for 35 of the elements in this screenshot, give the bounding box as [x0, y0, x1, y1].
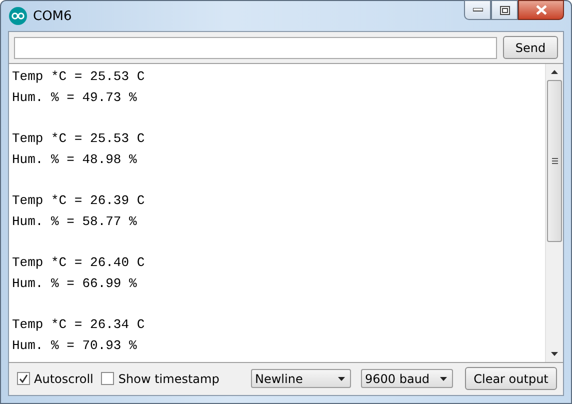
output-line: Hum. % = 58.77 % — [12, 212, 137, 231]
dropdown[interactable]: 9600 baud — [361, 369, 453, 388]
grip-icon — [552, 158, 558, 164]
maximize-button[interactable] — [491, 0, 518, 20]
message-input-field[interactable] — [14, 36, 497, 58]
output-line: Temp *C = 26.34 C — [12, 316, 145, 334]
close-icon — [536, 5, 546, 15]
dropdown[interactable]: Newline — [251, 369, 351, 388]
caret-icon — [338, 376, 345, 380]
checkbox-label: Show timestamp — [118, 372, 220, 386]
minimize-icon — [472, 8, 482, 12]
output-line: Hum. % = 48.98 % — [12, 150, 137, 169]
output-line: Hum. % = 66.99 % — [12, 274, 137, 293]
minimize-button[interactable] — [464, 0, 491, 20]
checkbox[interactable] — [17, 372, 30, 385]
scrollbar-thumb[interactable] — [547, 80, 562, 242]
scroll-down-arrow-icon — [551, 352, 558, 356]
window-title: COM6 — [33, 8, 72, 24]
send-button[interactable]: Send — [503, 36, 558, 59]
close-button[interactable] — [518, 0, 564, 20]
checkbox[interactable] — [101, 372, 114, 385]
scroll-up-arrow-icon — [551, 70, 558, 74]
maximize-icon — [500, 6, 510, 14]
output-line: Hum. % = 49.73 % — [12, 88, 137, 107]
checkmark-icon — [19, 374, 28, 383]
output-line: Temp *C = 26.39 C — [12, 192, 145, 210]
vertical-scrollbar[interactable] — [545, 64, 563, 362]
output-line: Temp *C = 25.53 C — [12, 68, 145, 86]
checkbox-label: Autoscroll — [34, 372, 94, 386]
output-line: Temp *C = 26.40 C — [12, 254, 145, 272]
output-line: Temp *C = 25.53 C — [12, 130, 145, 148]
clear-output-button[interactable]: Clear output — [465, 367, 557, 390]
infinity-logo-icon — [9, 7, 27, 25]
caret-icon — [440, 376, 447, 380]
output-line: Hum. % = 70.93 % — [12, 337, 137, 356]
